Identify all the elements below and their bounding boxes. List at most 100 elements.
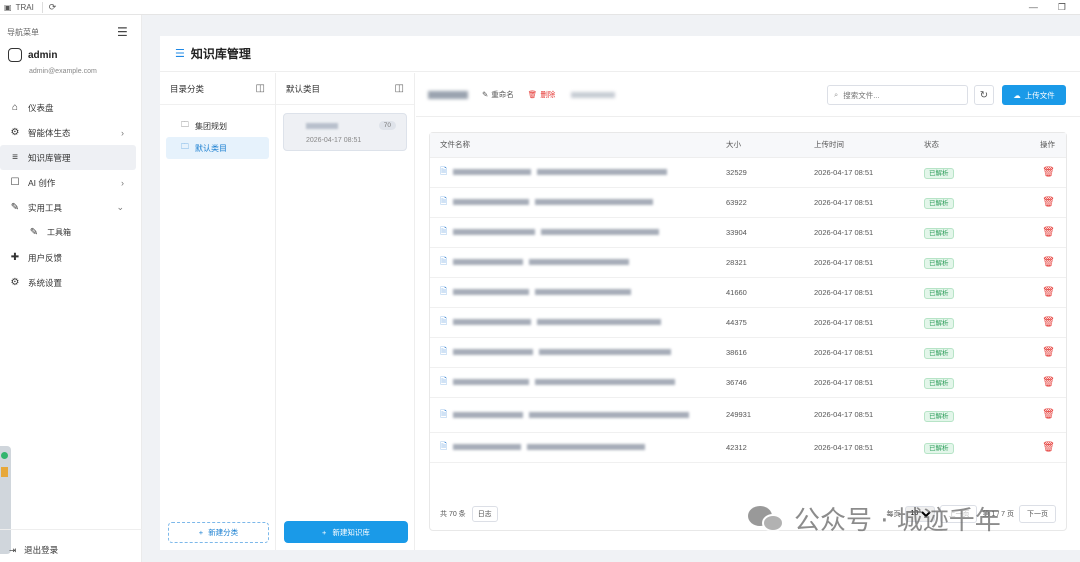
trash-icon[interactable]: 🗑 [1042, 227, 1055, 238]
kb-card[interactable]: 70 2026-04-17 08:51 [283, 113, 407, 151]
trash-icon[interactable]: 🗑 [1042, 442, 1055, 453]
table-row[interactable]: 🗎 41660 2026-04-17 08:51 已解析 🗑 [430, 277, 1066, 308]
folder-icon: 🗀 [181, 142, 189, 151]
trash-icon[interactable]: 🗑 [1042, 287, 1055, 298]
trash-icon[interactable]: 🗑 [1042, 317, 1055, 328]
upload-time: 2026-04-17 08:51 [814, 337, 924, 368]
actions-cell: 🗑 [1014, 307, 1066, 338]
chevron-right-icon: › [121, 177, 124, 188]
status-cell: 已解析 [924, 217, 1014, 248]
file-size: 63922 [726, 187, 814, 218]
status-cell: 已解析 [924, 187, 1014, 218]
page-title: 知识库管理 [190, 47, 251, 61]
search-input[interactable] [843, 90, 954, 100]
trash-icon[interactable]: 🗑 [1042, 377, 1055, 388]
reload-icon[interactable]: ⟳ [41, 1, 56, 13]
sidebar-item-dashboard[interactable]: ⌂ 仪表盘 [0, 95, 142, 120]
search-icon: ⌕ [834, 90, 839, 99]
wrench-icon: ✎ [10, 201, 20, 213]
table-row[interactable]: 🗎 36746 2026-04-17 08:51 已解析 🗑 [430, 367, 1066, 398]
category-panel: 目录分类 ◫ 🗀 集团规划 🗀 默认类目 + 新建分类 [160, 73, 276, 550]
sidebar-item-toolbox[interactable]: ✎ 工具箱 [0, 220, 142, 245]
file-icon: 🗎 [440, 196, 448, 206]
table-row[interactable]: 🗎 32529 2026-04-17 08:51 已解析 🗑 [430, 157, 1066, 188]
trash-icon[interactable]: 🗑 [1042, 257, 1055, 268]
kb-name-redacted [306, 123, 338, 129]
status-cell: 已解析 [924, 432, 1014, 463]
database-icon: ☰ [175, 48, 185, 60]
logout-label: 退出登录 [24, 545, 59, 555]
restore-icon[interactable]: ❐ [1058, 2, 1066, 13]
table-row[interactable]: 🗎 63922 2026-04-17 08:51 已解析 🗑 [430, 187, 1066, 218]
delete-button[interactable]: 🗑 删除 [528, 89, 556, 100]
sidebar-item-label: 工具箱 [47, 228, 71, 237]
home-icon: ⌂ [11, 101, 19, 113]
pencil-icon: ✎ [482, 90, 489, 99]
new-category-button[interactable]: + 新建分类 [168, 522, 269, 543]
sidebar-item-knowledge[interactable]: ≡ 知识库管理 [0, 145, 136, 170]
kb-date: 2026-04-17 08:51 [306, 137, 362, 144]
sidebar-item-label: 智能体生态 [28, 127, 71, 138]
collapse-panel-icon[interactable]: ◫ [395, 83, 404, 94]
category-label: 集团规划 [195, 121, 227, 131]
file-icon: 🗎 [440, 408, 448, 419]
wrench-icon: ✎ [29, 226, 39, 238]
table-row[interactable]: 🗎 33904 2026-04-17 08:51 已解析 🗑 [430, 217, 1066, 248]
refresh-button[interactable]: ↻ [974, 85, 994, 105]
file-icon: 🗎 [440, 286, 448, 296]
collapse-panel-icon[interactable]: ◫ [256, 83, 265, 94]
search-field[interactable]: ⌕ [827, 85, 968, 105]
file-size: 42312 [726, 432, 814, 463]
category-item[interactable]: 🗀 默认类目 [166, 137, 269, 159]
file-name-redacted [453, 229, 536, 235]
minimize-icon[interactable]: — [1029, 2, 1038, 13]
logout-button[interactable]: ⇥ 退出登录 [9, 544, 58, 556]
file-size: 33904 [726, 217, 814, 248]
actions-cell: 🗑 [1014, 432, 1066, 463]
trash-icon[interactable]: 🗑 [1042, 167, 1055, 178]
floating-widget[interactable] [0, 446, 11, 554]
trash-icon[interactable]: 🗑 [1042, 197, 1055, 208]
next-page-button[interactable]: 下一页 [1019, 504, 1056, 523]
file-name-redacted [453, 259, 524, 265]
new-kb-button[interactable]: + 新建知识库 [284, 521, 408, 543]
category-item[interactable]: 🗀 集团规划 [166, 115, 269, 137]
table-row[interactable]: 🗎 38616 2026-04-17 08:51 已解析 🗑 [430, 337, 1066, 368]
table-row[interactable]: 🗎 249931 2026-04-17 08:51 已解析 🗑 [430, 397, 1066, 433]
file-size: 36746 [726, 367, 814, 398]
column-header: 状态 [924, 133, 1014, 158]
trash-icon[interactable]: 🗑 [1042, 347, 1055, 358]
app-title-area: ▣ TRAI [0, 3, 34, 12]
status-badge: 已解析 [924, 228, 954, 239]
column-header: 大小 [726, 133, 814, 158]
log-button[interactable]: 日志 [471, 505, 498, 522]
actions-cell: 🗑 [1014, 247, 1066, 278]
rename-button[interactable]: ✎ 重命名 [482, 89, 514, 100]
upload-button[interactable]: ☁ 上传文件 [1002, 85, 1066, 105]
table-row[interactable]: 🗎 42312 2026-04-17 08:51 已解析 🗑 [430, 432, 1066, 463]
kb-list-header: 默认类目 ◫ [276, 73, 414, 105]
sidebar-item-tools[interactable]: ✎ 实用工具 ⌄ [0, 195, 142, 220]
status-badge: 已解析 [924, 198, 954, 209]
file-icon: 🗎 [440, 226, 448, 236]
actions-cell: 🗑 [1014, 367, 1066, 398]
user-email: admin@example.com [29, 68, 97, 75]
file-name-redacted [453, 444, 522, 450]
table-row[interactable]: 🗎 44375 2026-04-17 08:51 已解析 🗑 [430, 307, 1066, 338]
file-name-cell: 🗎 [430, 337, 726, 368]
new-category-label: 新建分类 [208, 528, 239, 537]
actions-cell: 🗑 [1014, 397, 1066, 433]
sidebar-item-feedback[interactable]: ✚ 用户反馈 [0, 245, 142, 270]
sidebar-item-settings[interactable]: ⚙ 系统设置 [0, 270, 142, 295]
status-badge: 已解析 [924, 258, 954, 269]
sidebar-item-agents[interactable]: ⚙ 智能体生态 › [0, 120, 142, 145]
actions-cell: 🗑 [1014, 157, 1066, 188]
sidebar-item-ai-create[interactable]: ☐ AI 创作 › [0, 170, 142, 195]
logout-icon: ⇥ [9, 544, 17, 555]
menu-toggle-icon[interactable]: ☰ [117, 25, 128, 39]
file-size: 44375 [726, 307, 814, 338]
trash-icon[interactable]: 🗑 [1042, 409, 1055, 420]
file-name-cell: 🗎 [430, 217, 726, 248]
file-size: 28321 [726, 247, 814, 278]
table-row[interactable]: 🗎 28321 2026-04-17 08:51 已解析 🗑 [430, 247, 1066, 278]
